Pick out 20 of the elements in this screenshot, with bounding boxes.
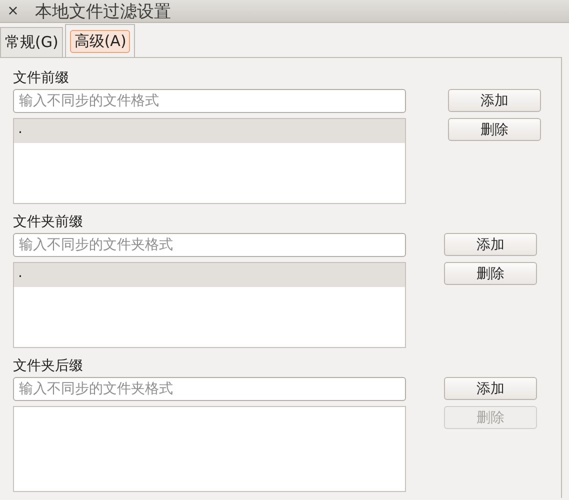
action-button[interactable]: 添加 [448,89,541,112]
input-field[interactable]: 输入不同步的文件夹格式 [13,233,406,257]
list-box[interactable] [13,406,406,492]
action-button[interactable]: 删除 [448,118,541,141]
section-label: 文件夹后缀 [13,357,84,376]
action-button[interactable]: 添加 [444,233,537,256]
action-button[interactable]: 添加 [444,377,537,400]
close-button[interactable]: × [6,3,20,19]
section-label: 文件前缀 [13,69,70,88]
action-button[interactable]: 删除 [444,262,537,285]
window-title: 本地文件过滤设置 [35,0,171,22]
tab[interactable]: 常规(G) [0,27,64,57]
list-box[interactable]: . [13,118,406,204]
tab[interactable]: 高级(A) [65,24,136,57]
section-label: 文件夹前缀 [13,213,84,232]
list-box[interactable]: . [13,262,406,348]
list-item[interactable]: . [14,263,405,287]
input-field[interactable]: 输入不同步的文件格式 [13,89,406,113]
list-item[interactable]: . [14,119,405,143]
input-field[interactable]: 输入不同步的文件夹格式 [13,377,406,401]
